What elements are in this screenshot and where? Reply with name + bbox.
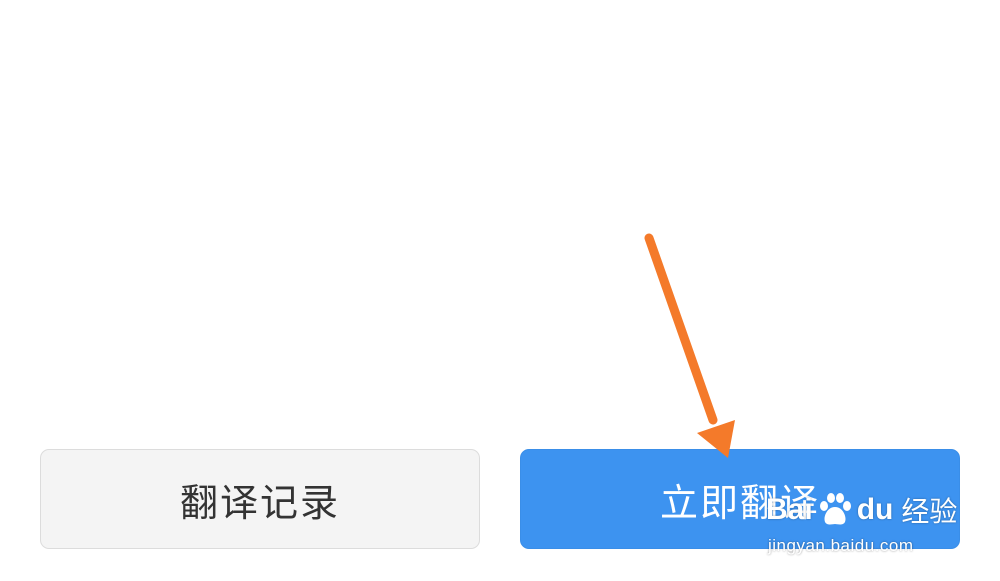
translation-screen: 翻译记录 立即翻译 Bai du 经验 jingyan.baidu.com: [0, 0, 1000, 581]
translation-history-button[interactable]: 翻译记录: [40, 449, 480, 549]
translate-now-button[interactable]: 立即翻译: [520, 449, 960, 549]
